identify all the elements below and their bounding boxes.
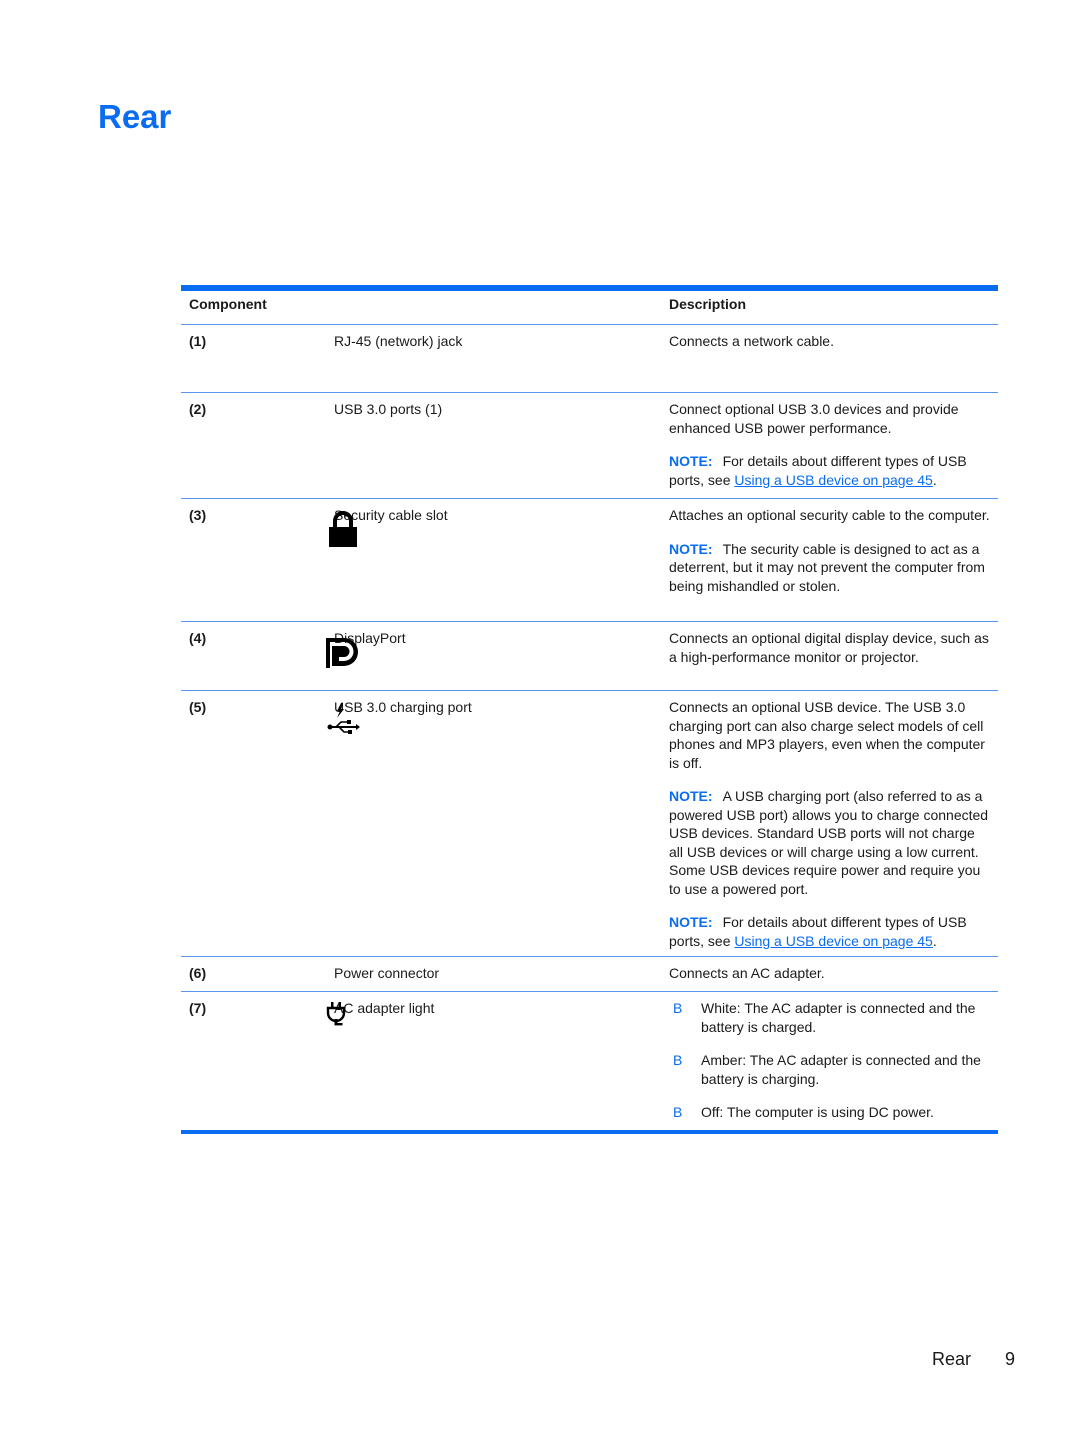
description-text: Connects an AC adapter.	[669, 965, 825, 981]
status-bullet: B Amber: The AC adapter is connected and…	[669, 1051, 990, 1088]
usb-device-link[interactable]: Using a USB device on page 45	[734, 472, 932, 488]
component-name: Security cable slot	[334, 507, 448, 523]
row-number: (2)	[189, 401, 207, 417]
displayport-icon	[324, 636, 360, 670]
note-end: .	[932, 932, 937, 949]
note-label: NOTE:	[669, 914, 713, 930]
component-description: Connects an optional digital display dev…	[669, 622, 998, 690]
table-row: (5) USB 3.0 charging port Connects an op…	[181, 690, 998, 956]
plug-icon	[325, 1001, 347, 1027]
component-name: DisplayPort	[334, 630, 406, 646]
description-text: Connects an optional digital display dev…	[669, 630, 989, 665]
row-number: (3)	[189, 507, 207, 523]
header-component: Component	[189, 295, 267, 312]
note: NOTE: The security cable is designed to a…	[669, 540, 990, 596]
component-description: Connect optional USB 3.0 devices and pro…	[669, 393, 998, 498]
component-description: Connects an AC adapter.	[669, 957, 998, 991]
table-row: (1) RJ-45 (network) jack Connects a netw…	[181, 324, 998, 392]
note-label: NOTE:	[669, 540, 713, 557]
bullet-mark: B	[673, 1052, 683, 1068]
description-text: Connect optional USB 3.0 devices and pro…	[669, 401, 959, 436]
row-number: (4)	[189, 630, 207, 646]
table-row: (7) AC adapter light B White: The AC ada…	[181, 991, 998, 1130]
note-label: NOTE:	[669, 788, 713, 804]
row-icon-cell	[246, 499, 357, 621]
note: NOTE: For details about different types o…	[669, 913, 990, 950]
component-name: RJ-45 (network) jack	[334, 333, 463, 349]
component-description: Connects a network cable.	[669, 325, 998, 392]
bullet-text: White: The AC adapter is connected and t…	[701, 1000, 976, 1035]
row-icon-cell	[246, 622, 358, 690]
page-footer: Rear 9	[932, 1349, 1015, 1370]
component-description: Connects an optional USB device. The USB…	[669, 691, 998, 956]
footer-page-number: 9	[1004, 1349, 1015, 1369]
note-label: NOTE:	[669, 453, 713, 469]
row-icon-cell	[246, 957, 334, 991]
row-icon-cell	[246, 325, 334, 392]
note: NOTE: A USB charging port (also referred …	[669, 787, 990, 898]
table-row: (3) Security cable slot Attaches an opti…	[181, 498, 998, 621]
note: NOTE: For details about different types o…	[669, 452, 990, 489]
table-row: (4) DisplayPort Connects an optional dig…	[181, 621, 998, 690]
bullet-mark: B	[673, 1104, 683, 1120]
component-description: B White: The AC adapter is connected and…	[669, 992, 998, 1130]
usb-device-link[interactable]: Using a USB device on page 45	[734, 933, 932, 949]
table-row: (6) Power connector Connects an AC adapt…	[181, 956, 998, 991]
row-icon-cell	[246, 691, 360, 956]
row-number: (6)	[189, 965, 207, 981]
bullet-text: Off: The computer is using DC power.	[701, 1104, 934, 1120]
component-name: USB 3.0 ports (1)	[334, 401, 443, 417]
status-bullet: B Off: The computer is using DC power.	[669, 1103, 990, 1122]
note-end: .	[932, 471, 937, 488]
table-row: (2) USB 3.0 ports (1) Connect optional U…	[181, 392, 998, 498]
row-number: (5)	[189, 699, 207, 715]
description-text: Attaches an optional security cable to t…	[669, 507, 990, 523]
component-description: Attaches an optional security cable to t…	[669, 499, 998, 621]
bullet-text: Amber: The AC adapter is connected and t…	[701, 1052, 981, 1087]
note-text: A USB charging port (also referred to as…	[669, 788, 989, 897]
component-name: USB 3.0 charging port	[334, 699, 472, 715]
description-text: Connects an optional USB device. The USB…	[669, 699, 985, 771]
header-description: Description	[669, 295, 747, 312]
usb-charging-icon	[326, 702, 360, 738]
component-name: Power connector	[334, 965, 440, 981]
row-number: (1)	[189, 333, 207, 349]
component-name: AC adapter light	[334, 1000, 435, 1016]
lock-icon	[328, 510, 358, 548]
table-header: Component Description	[181, 291, 998, 324]
bullet-mark: B	[673, 1000, 683, 1016]
note-text: The security cable is designed to act as…	[669, 540, 985, 594]
row-number: (7)	[189, 1000, 207, 1016]
status-bullet: B White: The AC adapter is connected and…	[669, 999, 990, 1036]
description-text: Connects a network cable.	[669, 333, 834, 349]
row-icon-cell	[246, 393, 334, 498]
components-table: Component Description (1) RJ-45 (network…	[181, 285, 998, 1134]
row-icon-cell	[246, 992, 346, 1130]
footer-section: Rear	[931, 1349, 971, 1369]
page-title: Rear	[98, 98, 172, 135]
